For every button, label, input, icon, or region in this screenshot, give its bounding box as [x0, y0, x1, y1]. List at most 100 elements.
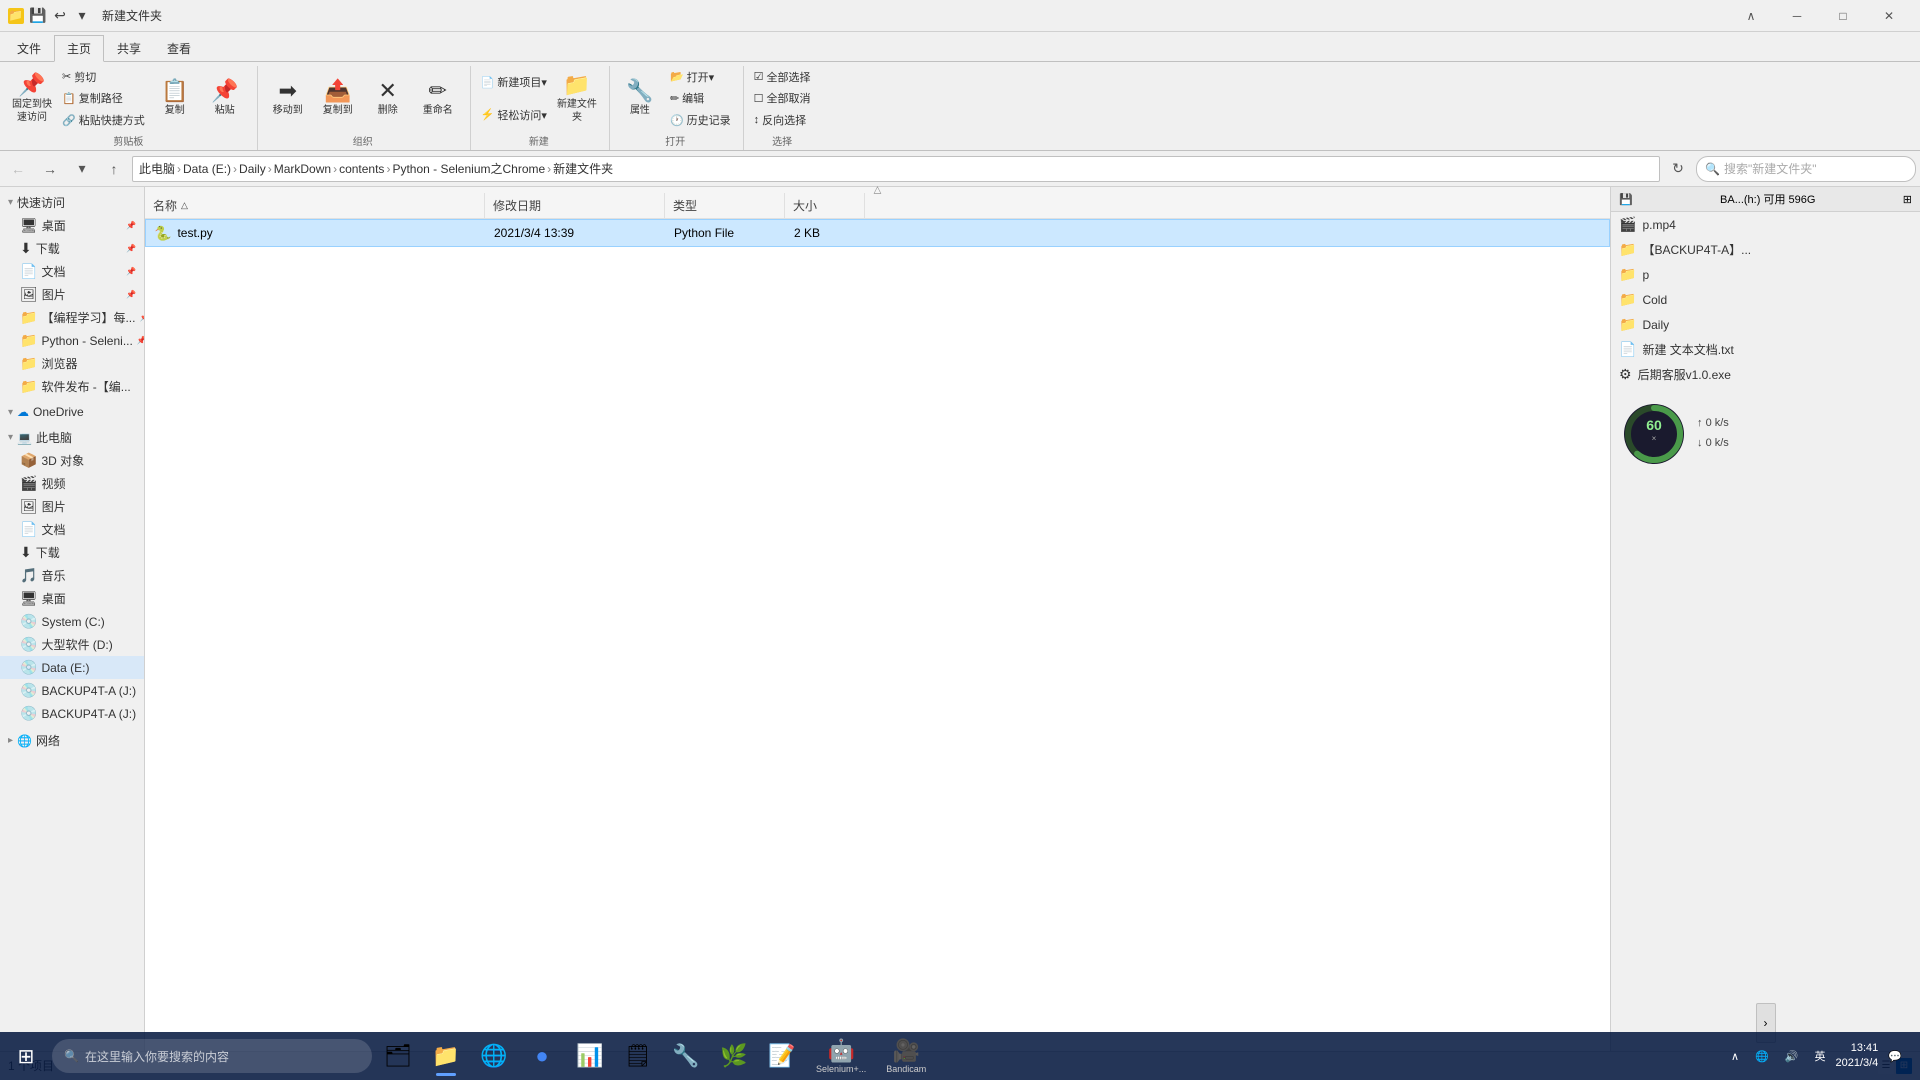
history-btn[interactable]: 🕐 历史记录: [666, 110, 735, 130]
lang-tray[interactable]: 英: [1808, 1044, 1831, 1068]
taskbar-app-9[interactable]: 🌿: [712, 1034, 756, 1078]
python-file-icon: 🐍: [154, 225, 171, 242]
search-bar[interactable]: 🔍 搜索"新建文件夹": [1696, 156, 1916, 182]
taskbar-app-chrome[interactable]: ●: [520, 1034, 564, 1078]
start-button[interactable]: ⊞: [4, 1034, 48, 1078]
tab-home[interactable]: 主页: [54, 35, 104, 62]
tab-view[interactable]: 查看: [154, 35, 204, 61]
speaker-tray[interactable]: 🔊: [1779, 1046, 1805, 1067]
dropdown-btn[interactable]: ▾: [72, 6, 92, 26]
paste-shortcut-btn[interactable]: 🔗 粘贴快捷方式: [58, 110, 149, 130]
sidebar-item-desktop[interactable]: 🖥 桌面 📌: [0, 214, 144, 237]
taskbar-app-bandicam[interactable]: 🎥 Bandicam: [878, 1034, 934, 1078]
taskbar-app-edge[interactable]: 🌐: [472, 1034, 516, 1078]
paste-btn[interactable]: 📌 粘贴: [201, 69, 249, 129]
sidebar-dl[interactable]: ⬇ 下载: [0, 541, 144, 564]
nav-dropdown-btn[interactable]: ▾: [68, 155, 96, 183]
sidebar-item-download[interactable]: ⬇ 下载 📌: [0, 237, 144, 260]
col-type[interactable]: 类型: [665, 193, 785, 218]
taskbar-app-explorer[interactable]: 📁: [424, 1034, 468, 1078]
sidebar-pics[interactable]: 🖼 图片: [0, 495, 144, 518]
sidebar-item-documents[interactable]: 📄 文档 📌: [0, 260, 144, 283]
file-row-testpy[interactable]: 🐍 test.py 2021/3/4 13:39 Python File 2 K…: [145, 219, 1610, 247]
sidebar-item-software[interactable]: 📁 软件发布 -【编...: [0, 375, 144, 398]
sidebar-drive-c[interactable]: 💿 System (C:): [0, 610, 144, 633]
tab-file[interactable]: 文件: [4, 35, 54, 61]
tab-share[interactable]: 共享: [104, 35, 154, 61]
taskbar-app-6[interactable]: 📊: [568, 1034, 612, 1078]
save-btn[interactable]: 💾: [28, 6, 48, 26]
invert-select-btn[interactable]: ↕ 反向选择: [750, 110, 815, 130]
sidebar-drive-d[interactable]: 💿 大型软件 (D:): [0, 633, 144, 656]
pin-quick-access-btn[interactable]: 📌 固定到快速访问: [8, 69, 56, 129]
copy-btn[interactable]: 📋 复制: [151, 69, 199, 129]
sys-tray[interactable]: ∧: [1725, 1046, 1745, 1067]
copy-path-btn[interactable]: 📋 复制路径: [58, 88, 149, 108]
taskbar-app-10[interactable]: 📝: [760, 1034, 804, 1078]
sidebar-3d[interactable]: 📦 3D 对象: [0, 449, 144, 472]
taskbar-app-8[interactable]: 🔧: [664, 1034, 708, 1078]
quick-access-section[interactable]: ▾ 快速访问: [0, 191, 144, 214]
right-panel-item-exe[interactable]: ⚙ 后期客服v1.0.exe: [1611, 362, 1920, 387]
close-btn[interactable]: ✕: [1866, 0, 1912, 32]
sidebar-music[interactable]: 🎵 音乐: [0, 564, 144, 587]
edit-btn[interactable]: ✏ 编辑: [666, 88, 735, 108]
rename-btn[interactable]: ✏ 重命名: [414, 69, 462, 129]
col-date[interactable]: 修改日期: [485, 193, 665, 218]
sidebar-item-browser[interactable]: 📁 浏览器: [0, 352, 144, 375]
onedrive-section[interactable]: ▾ ☁ OneDrive: [0, 402, 144, 422]
app9-icon: 🌿: [720, 1043, 747, 1069]
new-item-btn[interactable]: 📄 新建项目▾: [477, 72, 551, 92]
mp4-icon: 🎬: [1619, 216, 1636, 233]
sidebar-video[interactable]: 🎬 视频: [0, 472, 144, 495]
this-pc-section[interactable]: ▾ 💻 此电脑: [0, 426, 144, 449]
sidebar-docs[interactable]: 📄 文档: [0, 518, 144, 541]
right-panel-item-txt[interactable]: 📄 新建 文本文档.txt: [1611, 337, 1920, 362]
network-tray-icon[interactable]: 🌐: [1749, 1046, 1775, 1067]
taskbar-app-taskview[interactable]: 🗂: [376, 1034, 420, 1078]
sidebar-download-label: 下载: [36, 240, 60, 257]
sidebar-drive-j2[interactable]: 💿 BACKUP4T-A (J:): [0, 702, 144, 725]
address-bar[interactable]: 此电脑 › Data (E:) › Daily › MarkDown › con…: [132, 156, 1660, 182]
sidebar-item-pictures[interactable]: 🖼 图片 📌: [0, 283, 144, 306]
back-btn[interactable]: ←: [4, 155, 32, 183]
minimize-btn[interactable]: ─: [1774, 0, 1820, 32]
notification-btn[interactable]: 💬: [1882, 1046, 1908, 1067]
right-panel-item-backup[interactable]: 📁 【BACKUP4T-A】...: [1611, 237, 1920, 262]
taskbar-clock[interactable]: 13:41 2021/3/4: [1835, 1041, 1878, 1072]
rename-icon: ✏: [428, 80, 446, 102]
ribbon-collapse-btn[interactable]: ∧: [1728, 0, 1774, 32]
undo-btn[interactable]: ↩: [50, 6, 70, 26]
forward-btn[interactable]: →: [36, 155, 64, 183]
right-panel-item-p[interactable]: 📁 p: [1611, 262, 1920, 287]
open-btn[interactable]: 📂 打开▾: [666, 67, 735, 87]
taskbar-app-selenium[interactable]: 🤖 Selenium+...: [808, 1034, 874, 1078]
sidebar-item-python[interactable]: 📁 Python - Seleni... 📌: [0, 329, 144, 352]
cut-btn[interactable]: ✂ 剪切: [58, 67, 149, 87]
easy-access-btn[interactable]: ⚡ 轻松访问▾: [477, 105, 551, 125]
network-section[interactable]: ▸ 🌐 网络: [0, 729, 144, 752]
copy-to-btn[interactable]: 📤 复制到: [314, 69, 362, 129]
new-folder-btn[interactable]: 📁 新建文件夹: [553, 69, 601, 129]
select-all-btn[interactable]: ☑ 全部选择: [750, 67, 815, 87]
right-panel-item-mp4[interactable]: 🎬 p.mp4: [1611, 212, 1920, 237]
properties-btn[interactable]: 🔧 属性: [616, 69, 664, 129]
right-panel-item-daily[interactable]: 📁 Daily: [1611, 312, 1920, 337]
up-btn[interactable]: ↑: [100, 155, 128, 183]
select-none-btn[interactable]: ☐ 全部取消: [750, 88, 815, 108]
maximize-btn[interactable]: □: [1820, 0, 1866, 32]
sidebar-desk[interactable]: 🖥 桌面: [0, 587, 144, 610]
sidebar-item-bianchen[interactable]: 📁 【编程学习】每... 📌: [0, 306, 144, 329]
right-panel-item-cold[interactable]: 📁 Cold: [1611, 287, 1920, 312]
taskbar-app-7[interactable]: 🗒: [616, 1034, 660, 1078]
col-size[interactable]: 大小: [785, 193, 865, 218]
col-name[interactable]: 名称 △: [145, 193, 485, 218]
selenium-icon: 🤖: [827, 1038, 854, 1064]
move-to-btn[interactable]: ➡ 移动到: [264, 69, 312, 129]
delete-btn[interactable]: ✕ 删除: [364, 69, 412, 129]
sidebar-drive-e[interactable]: 💿 Data (E:): [0, 656, 144, 679]
sidebar-drive-j1[interactable]: 💿 BACKUP4T-A (J:): [0, 679, 144, 702]
file-list-empty[interactable]: [145, 247, 1610, 1051]
refresh-btn[interactable]: ↻: [1664, 155, 1692, 183]
taskbar-search[interactable]: 🔍 在这里输入你要搜索的内容: [52, 1039, 372, 1073]
